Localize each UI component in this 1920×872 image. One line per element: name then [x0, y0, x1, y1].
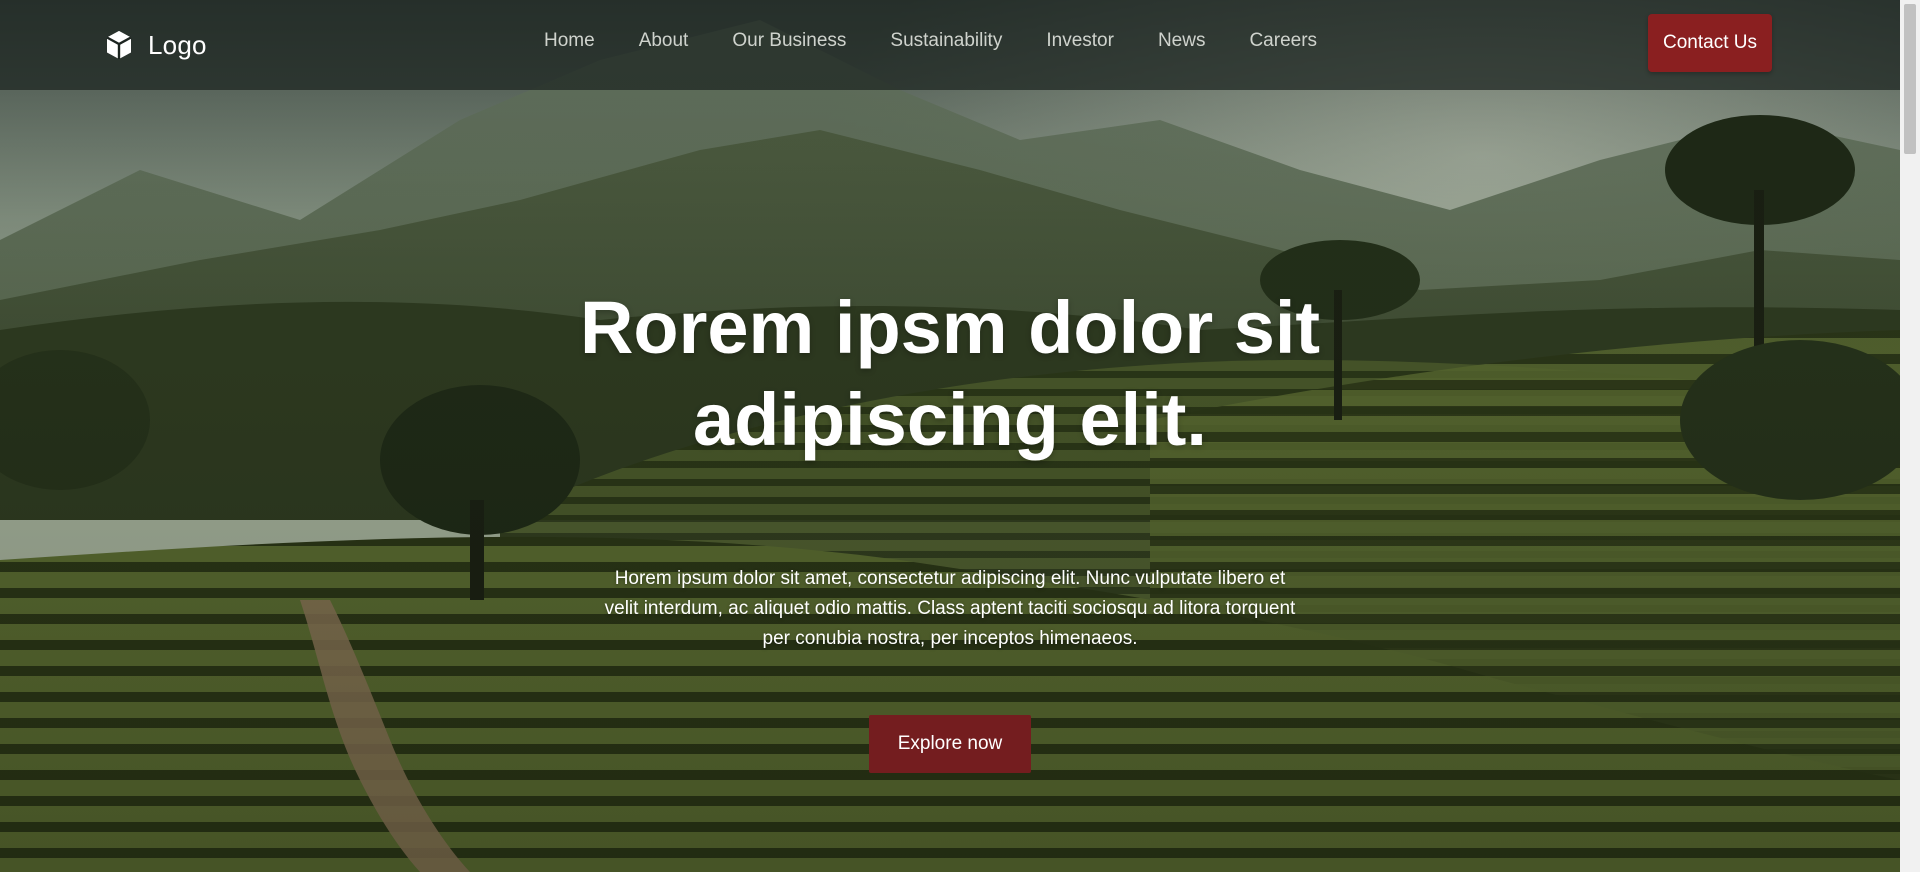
hero-title-line-1: Rorem ipsm dolor sit [579, 286, 1321, 369]
scrollbar-thumb[interactable] [1904, 4, 1916, 154]
vertical-scrollbar[interactable] [1900, 0, 1920, 872]
hero-title: Rorem ipsm dolor sit adipiscing elit. [500, 282, 1400, 466]
nav-item-about[interactable]: About [639, 30, 689, 52]
explore-now-button[interactable]: Explore now [869, 715, 1031, 773]
logo-text: Logo [148, 29, 207, 60]
nav-item-careers[interactable]: Careers [1249, 30, 1317, 52]
contact-us-button[interactable]: Contact Us [1648, 14, 1772, 72]
nav-item-investor[interactable]: Investor [1046, 30, 1114, 52]
nav-item-sustainability[interactable]: Sustainability [890, 30, 1002, 52]
hero-title-line-2: adipiscing elit. [693, 378, 1207, 461]
logo[interactable]: Logo [104, 26, 207, 64]
nav-item-home[interactable]: Home [544, 30, 595, 52]
nav-item-news[interactable]: News [1158, 30, 1206, 52]
navbar: Logo Home About Our Business Sustainabil… [0, 0, 1900, 90]
hero-description: Horem ipsum dolor sit amet, consectetur … [604, 568, 1296, 649]
cube-icon [106, 31, 132, 59]
nav-item-our-business[interactable]: Our Business [732, 30, 846, 52]
page: Logo Home About Our Business Sustainabil… [0, 0, 1920, 872]
nav-links: Home About Our Business Sustainability I… [544, 30, 1317, 52]
